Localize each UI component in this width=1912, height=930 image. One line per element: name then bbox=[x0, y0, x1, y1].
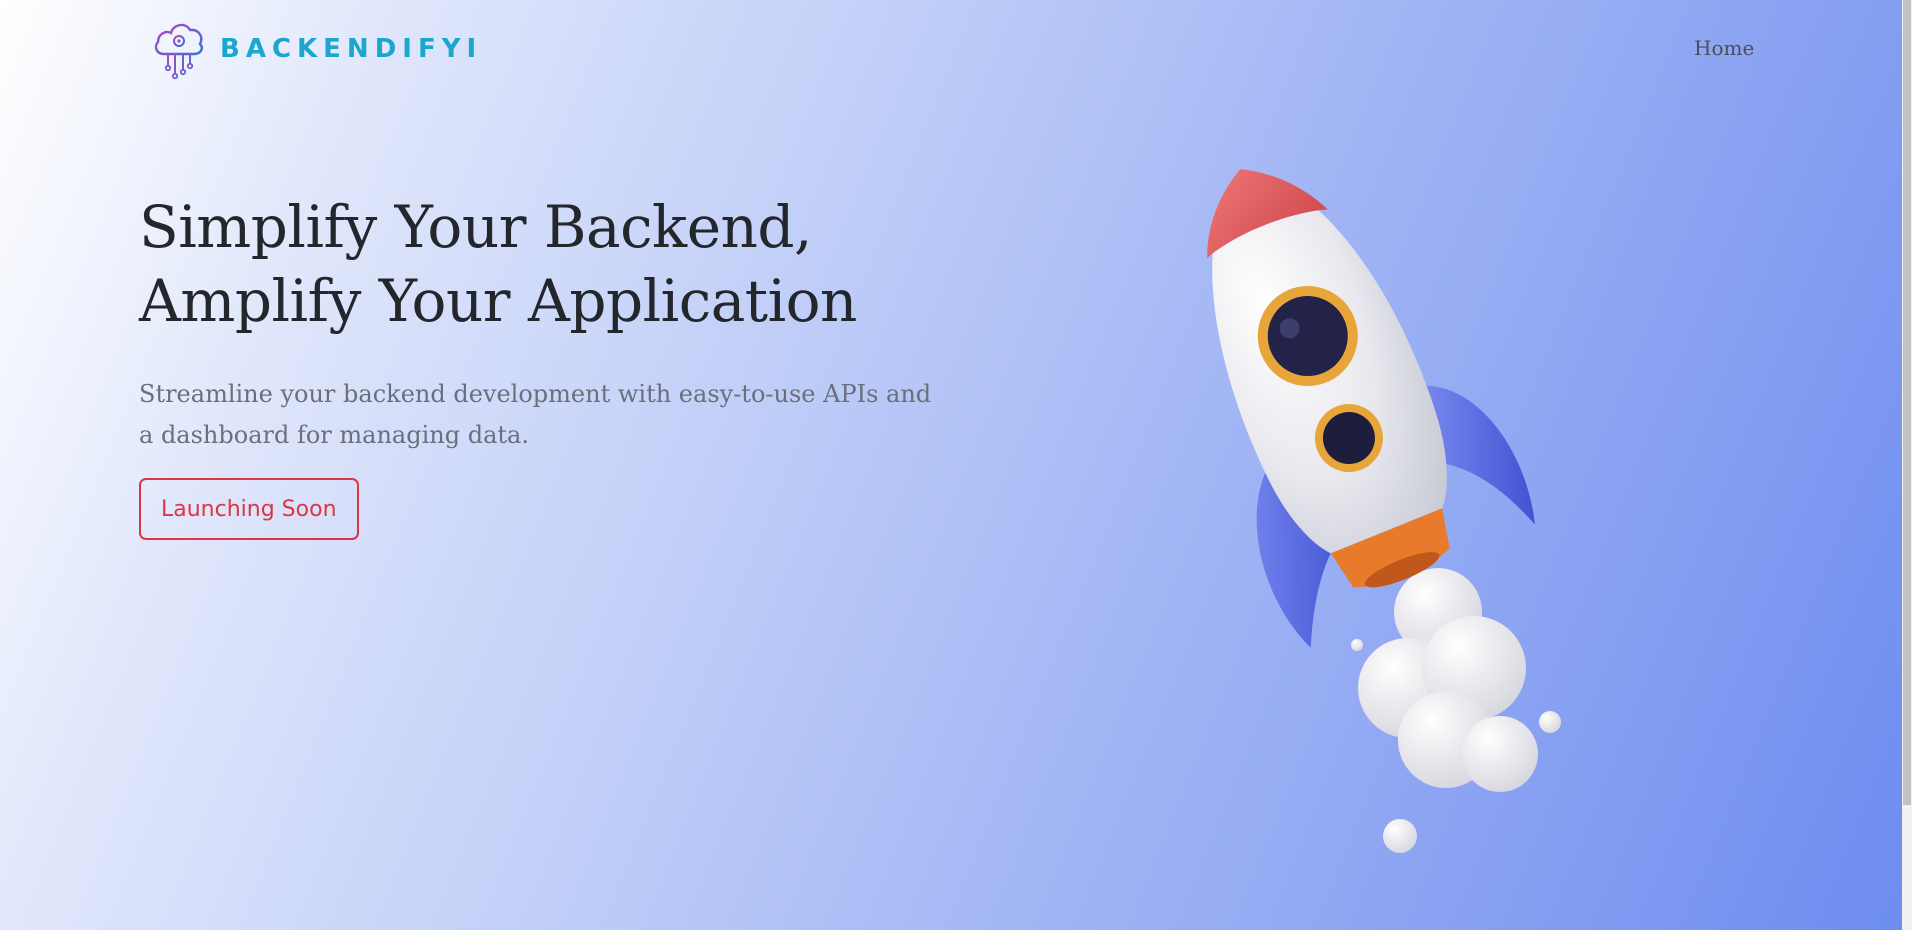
hero-section: Simplify Your Backend, Amplify Your Appl… bbox=[139, 190, 959, 540]
rocket-body-group bbox=[1207, 169, 1535, 648]
navbar: BACKENDIFYI Home bbox=[0, 0, 1902, 96]
hero-lead: Streamline your backend development with… bbox=[139, 380, 932, 449]
rocket-illustration bbox=[1207, 169, 1561, 853]
brand-name: BACKENDIFYI bbox=[220, 34, 483, 64]
cloud-circuit-icon bbox=[154, 23, 203, 80]
hero-title-line2: Amplify Your Application bbox=[139, 267, 857, 335]
hero-title: Simplify Your Backend, Amplify Your Appl… bbox=[139, 190, 959, 338]
nav-home-link[interactable]: Home bbox=[1694, 36, 1754, 60]
hero-title-line1: Simplify Your Backend, bbox=[139, 193, 812, 261]
brand-link[interactable]: BACKENDIFYI bbox=[152, 18, 482, 80]
scrollbar-thumb[interactable] bbox=[1903, 0, 1911, 805]
smoke-puffs bbox=[1351, 543, 1561, 853]
vertical-scrollbar[interactable] bbox=[1902, 0, 1912, 930]
launching-soon-button[interactable]: Launching Soon bbox=[139, 478, 359, 540]
